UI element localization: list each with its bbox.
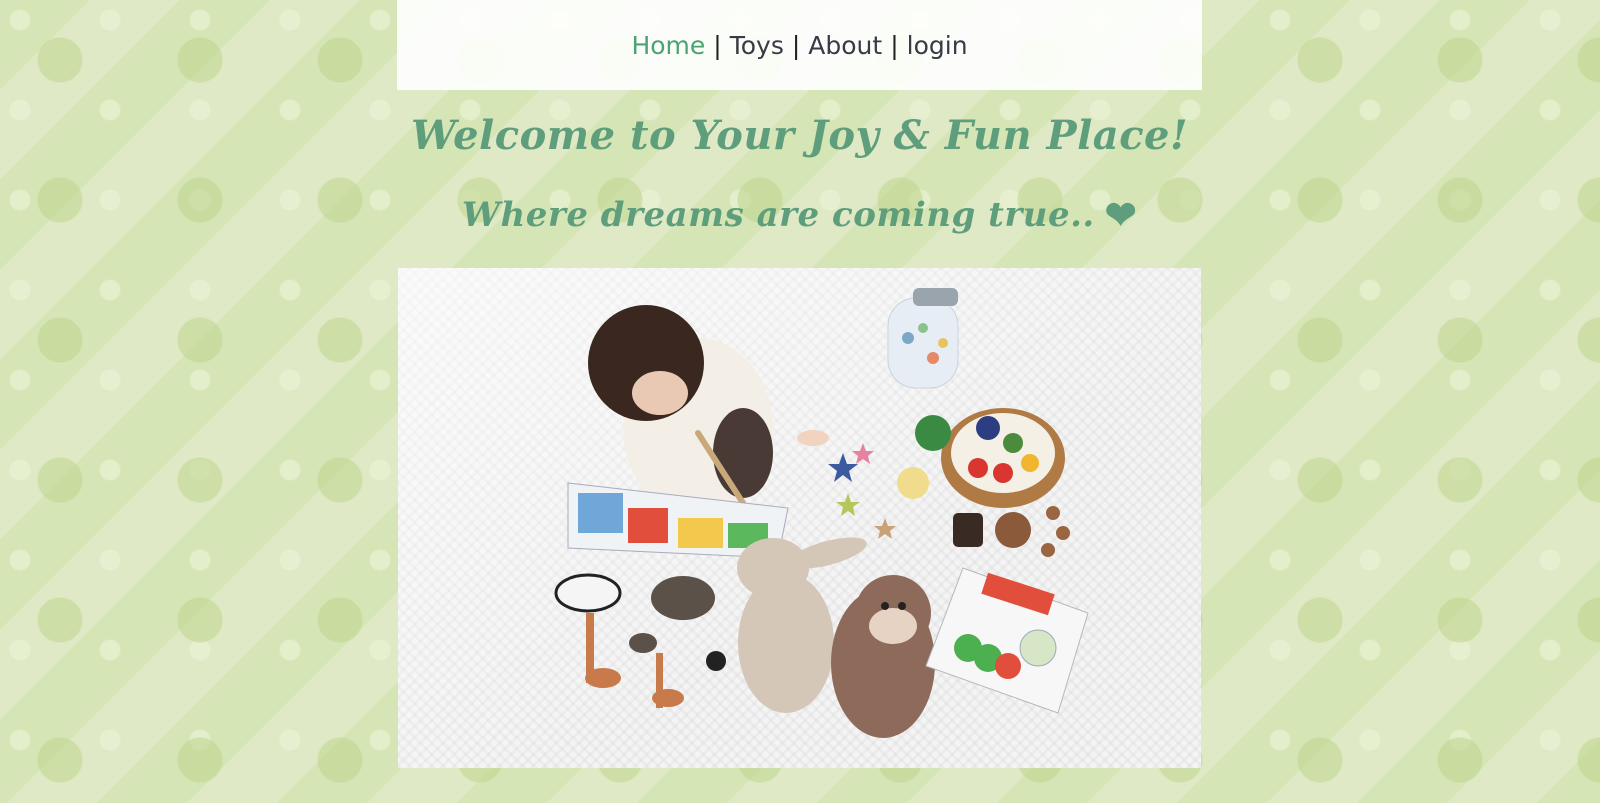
nav-link-about[interactable]: About xyxy=(808,31,882,60)
tagline-heading: Where dreams are coming true.. ❤ xyxy=(397,192,1202,237)
nav-separator: | xyxy=(713,30,722,60)
nav-link-home[interactable]: Home xyxy=(631,31,705,60)
nav-separator: | xyxy=(890,30,899,60)
nav-separator: | xyxy=(791,30,801,60)
hero-photo-illustration xyxy=(398,268,1201,768)
tagline-text: Where dreams are coming true.. xyxy=(461,195,1095,235)
nav-link-login[interactable]: login xyxy=(907,31,968,60)
heart-icon: ❤ xyxy=(1104,192,1138,237)
main-navbar: Home | Toys | About | login xyxy=(397,0,1202,90)
welcome-heading-text: Welcome to Your Joy & Fun Place! xyxy=(410,112,1189,159)
nav-link-toys[interactable]: Toys xyxy=(730,31,784,60)
hero-photo xyxy=(398,268,1201,768)
welcome-heading: Welcome to Your Joy & Fun Place! xyxy=(397,112,1202,159)
